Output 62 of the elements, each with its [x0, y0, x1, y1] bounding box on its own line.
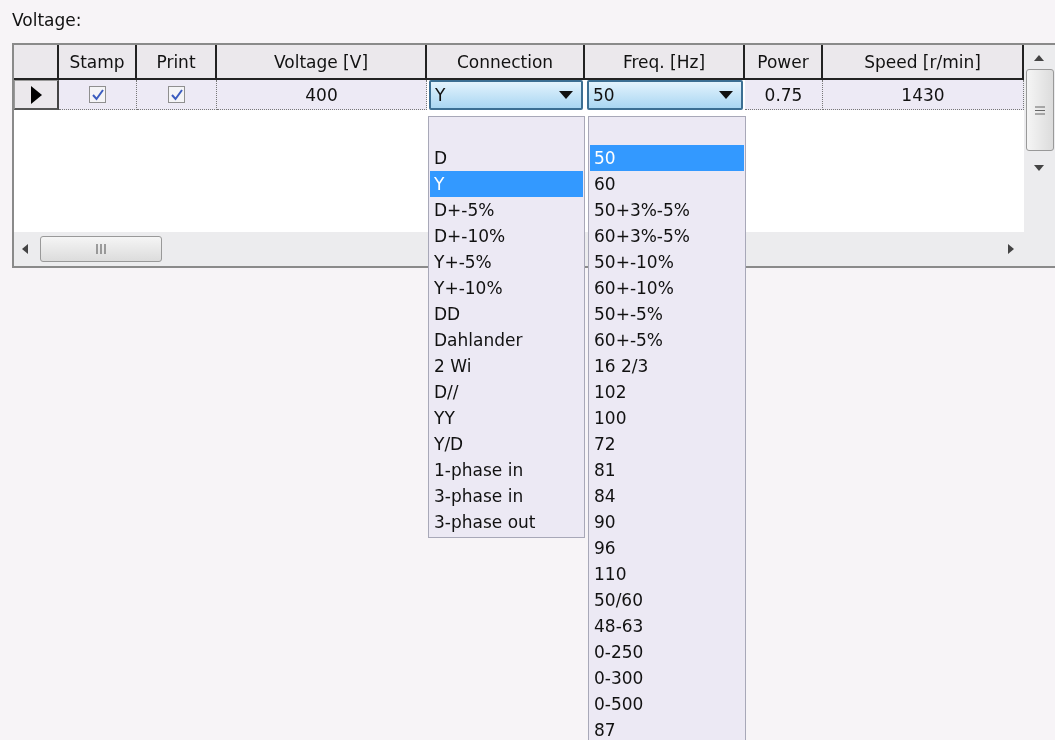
scroll-left-icon[interactable] — [22, 244, 28, 254]
dropdown-option[interactable]: Y/D — [430, 431, 583, 457]
dropdown-option[interactable]: 110 — [590, 561, 744, 587]
dropdown-option[interactable]: 48-63 — [590, 613, 744, 639]
dropdown-option[interactable]: 50+-10% — [590, 249, 744, 275]
dropdown-option[interactable]: 60 — [590, 171, 744, 197]
dropdown-option[interactable]: D+-5% — [430, 197, 583, 223]
table-cell: 400 — [217, 80, 427, 110]
corner-header — [14, 45, 59, 80]
dropdown-option[interactable]: 1-phase in — [430, 457, 583, 483]
dropdown-option[interactable]: 0-300 — [590, 665, 744, 691]
frequency-combo[interactable]: 50 — [587, 80, 743, 110]
scroll-down-icon[interactable] — [1034, 165, 1044, 171]
dropdown-option[interactable]: 0-250 — [590, 639, 744, 665]
row-header[interactable] — [14, 80, 59, 110]
scroll-right-icon[interactable] — [1008, 244, 1014, 254]
dropdown-caret-icon — [719, 91, 733, 99]
dropdown-option[interactable]: 72 — [590, 431, 744, 457]
table-cell: 1430 — [823, 80, 1024, 110]
dropdown-option[interactable]: 100 — [590, 405, 744, 431]
dropdown-option[interactable]: 50+-5% — [590, 301, 744, 327]
dropdown-option[interactable]: Y+-5% — [430, 249, 583, 275]
dropdown-option[interactable]: 50+3%-5% — [590, 197, 744, 223]
connection-combo[interactable]: Y — [429, 80, 583, 110]
scroll-thumb[interactable] — [40, 236, 162, 262]
dropdown-option[interactable]: Y+-10% — [430, 275, 583, 301]
dropdown-option[interactable]: 60+-5% — [590, 327, 744, 353]
column-header[interactable]: Print — [137, 45, 217, 80]
section-label: Voltage: — [11, 9, 83, 32]
dropdown-option[interactable]: Dahlander — [430, 327, 583, 353]
print-checkbox[interactable] — [168, 86, 185, 103]
column-header[interactable]: Voltage [V] — [217, 45, 427, 80]
column-header[interactable]: Connection — [427, 45, 585, 80]
dropdown-option[interactable]: 102 — [590, 379, 744, 405]
scroll-thumb[interactable] — [1026, 69, 1054, 151]
column-header[interactable]: Stamp — [59, 45, 137, 80]
dropdown-option[interactable]: 0-500 — [590, 691, 744, 717]
dropdown-option[interactable]: 60+3%-5% — [590, 223, 744, 249]
dropdown-option[interactable]: 81 — [590, 457, 744, 483]
dropdown-option[interactable]: 3-phase out — [430, 509, 583, 535]
column-header[interactable]: Freq. [Hz] — [585, 45, 745, 80]
dropdown-option[interactable]: 60+-10% — [590, 275, 744, 301]
vertical-scrollbar[interactable] — [1024, 45, 1055, 232]
dropdown-option[interactable]: 96 — [590, 535, 744, 561]
dropdown-option[interactable]: 90 — [590, 509, 744, 535]
stamp-checkbox[interactable] — [89, 86, 106, 103]
dropdown-option[interactable]: D — [430, 145, 583, 171]
dropdown-option[interactable]: 84 — [590, 483, 744, 509]
table-cell: 0.75 — [745, 80, 823, 110]
dropdown-option[interactable]: D+-10% — [430, 223, 583, 249]
dropdown-option[interactable]: YY — [430, 405, 583, 431]
dropdown-option[interactable]: 50/60 — [590, 587, 744, 613]
dropdown-option[interactable]: D// — [430, 379, 583, 405]
dropdown-option[interactable]: 16 2/3 — [590, 353, 744, 379]
column-header[interactable]: Speed [r/min] — [823, 45, 1024, 80]
dropdown-caret-icon — [559, 91, 573, 99]
scroll-up-icon[interactable] — [1034, 55, 1044, 61]
dropdown-option[interactable]: DD — [430, 301, 583, 327]
column-header[interactable]: Power — [745, 45, 823, 80]
dropdown-option[interactable]: 87 — [590, 717, 744, 740]
dropdown-option[interactable]: 3-phase in — [430, 483, 583, 509]
dropdown-option[interactable]: 2 Wi — [430, 353, 583, 379]
